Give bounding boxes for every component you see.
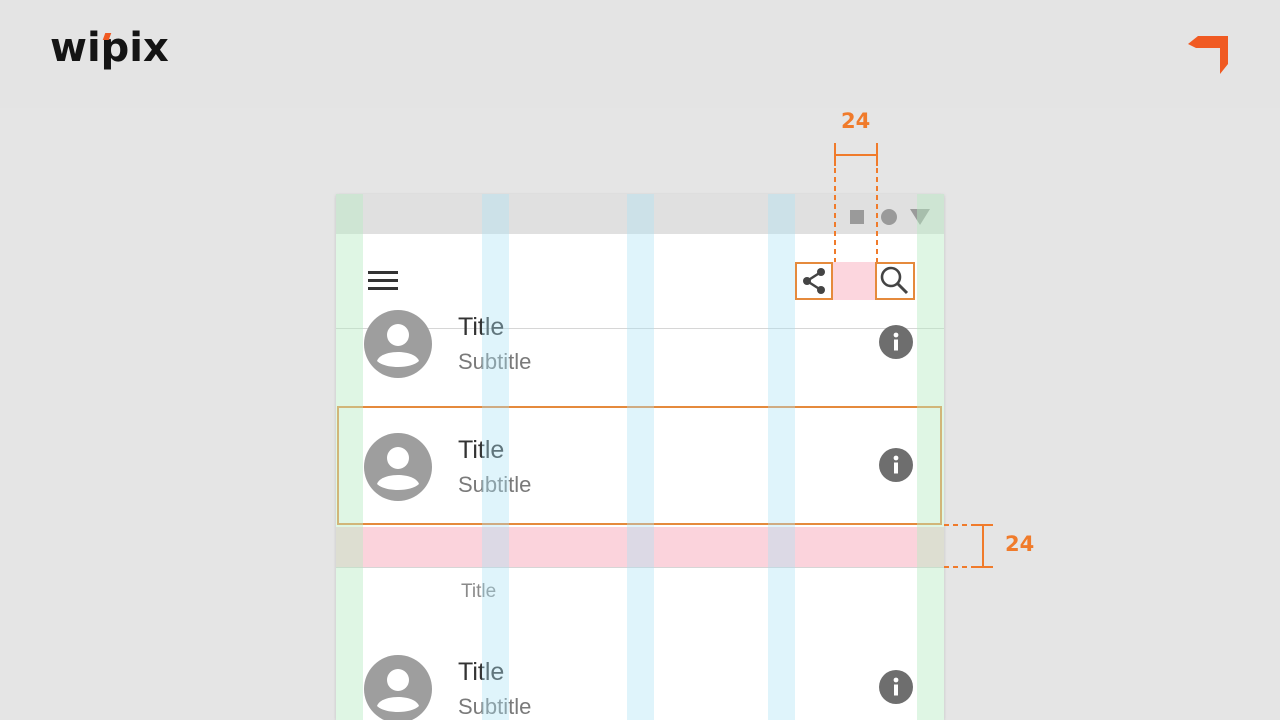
spacing-annotations [834, 143, 993, 568]
icon-gap-label: 24 [841, 109, 871, 133]
row-gap-label: 24 [1005, 532, 1035, 556]
